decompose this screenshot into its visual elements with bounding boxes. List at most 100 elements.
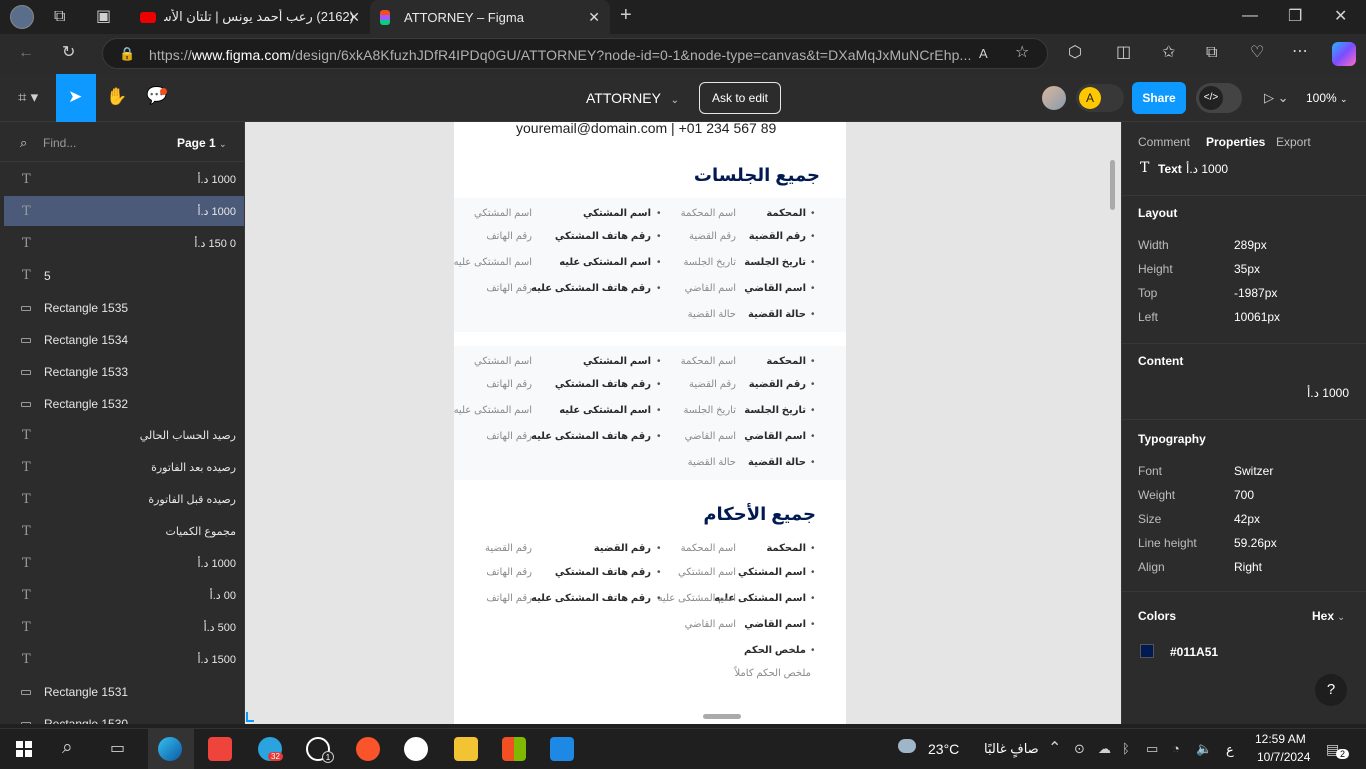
show-hidden-icons[interactable]: ⌃ <box>1048 741 1061 757</box>
bullet-icon: • <box>657 283 661 294</box>
more-menu-icon[interactable]: ⋯ <box>1292 44 1308 60</box>
minimize-icon[interactable]: — <box>1242 8 1258 24</box>
property-value[interactable]: Right <box>1234 560 1262 574</box>
property-value[interactable]: 700 <box>1234 488 1254 502</box>
move-tool-button[interactable]: ➤ <box>56 74 96 122</box>
layer-item[interactable]: Rectangle 1534 <box>4 324 244 354</box>
layer-item[interactable]: T 1000 د.أ <box>4 196 244 226</box>
favorite-star-icon[interactable]: ☆ <box>1015 45 1029 61</box>
canvas-scrollbar-horizontal[interactable] <box>703 714 741 719</box>
layer-item[interactable]: T 1000 د.أ <box>4 548 244 578</box>
new-tab-button[interactable]: + <box>620 5 632 25</box>
present-play-icon[interactable]: ▷ ⌄ <box>1264 90 1289 106</box>
layer-item[interactable]: T رصيده قبل الفاتورة <box>4 484 244 514</box>
layer-item[interactable]: Rectangle 1532 <box>4 388 244 418</box>
property-value[interactable]: -1987px <box>1234 286 1277 300</box>
attorney-frame[interactable]: youremail@domain.com | +01 234 567 89 جم… <box>454 122 846 724</box>
language-indicator[interactable]: ع <box>1226 742 1234 758</box>
layers-search[interactable]: ⌕ Find... Page 1 ⌄ <box>0 122 244 162</box>
layer-item[interactable]: T5 <box>4 260 244 290</box>
property-value[interactable]: 59.26px <box>1234 536 1277 550</box>
property-value[interactable]: 10061px <box>1234 310 1280 324</box>
canvas-scrollbar-vertical[interactable] <box>1110 160 1115 210</box>
restore-icon[interactable]: ❐ <box>1288 9 1302 25</box>
task-view-icon[interactable]: ▭ <box>110 741 125 757</box>
microsoft-store-icon[interactable] <box>502 737 526 761</box>
camera-icon[interactable]: ⊙ <box>1074 741 1085 757</box>
tab-youtube[interactable]: (2162) رعب أحمد يونس | تلتان الأسو ✕ <box>130 0 370 34</box>
mail-icon[interactable] <box>550 737 574 761</box>
close-window-icon[interactable]: ✕ <box>1334 9 1347 25</box>
wifi-icon[interactable]: ◔ <box>1172 741 1180 757</box>
copilot-icon[interactable] <box>1332 42 1356 66</box>
search-input[interactable]: Find... <box>43 136 76 150</box>
user-avatar[interactable]: A <box>1076 84 1124 112</box>
anydesk-icon[interactable] <box>208 737 232 761</box>
search-icon[interactable]: ⌕ <box>62 738 73 757</box>
content-value: 1000 د.أ <box>1306 386 1349 400</box>
color-swatch[interactable] <box>1140 644 1154 658</box>
refresh-icon[interactable]: ↻ <box>62 45 75 61</box>
cloud-icon[interactable]: ☁ <box>1098 741 1111 757</box>
layer-item[interactable]: Rectangle 1530 <box>4 708 244 724</box>
tab-export[interactable]: Export <box>1276 135 1311 149</box>
help-button[interactable]: ? <box>1315 674 1347 706</box>
tab-figma[interactable]: ATTORNEY – Figma ✕ <box>370 0 610 34</box>
layer-item[interactable]: T 1500 د.أ <box>4 644 244 674</box>
workspaces-icon[interactable]: ⧉ <box>54 9 65 25</box>
file-name[interactable]: ATTORNEY ⌄ <box>586 90 679 106</box>
property-value[interactable]: Switzer <box>1234 464 1273 478</box>
app-installer-icon[interactable] <box>404 737 428 761</box>
url-bar[interactable]: 🔒 https://www.figma.com/design/6xkA8Kfuz… <box>102 38 1048 69</box>
layer-item[interactable]: T 1000 د.أ <box>4 164 244 194</box>
read-aloud-icon[interactable]: A <box>979 46 988 62</box>
back-icon[interactable]: ← <box>18 45 34 61</box>
property-value[interactable]: 35px <box>1234 262 1260 276</box>
property-value[interactable]: 289px <box>1234 238 1267 252</box>
layer-item[interactable]: T 0 150 د.أ <box>4 228 244 258</box>
layer-item[interactable]: T 00 د.أ <box>4 580 244 610</box>
zoom-level[interactable]: 100% ⌄ <box>1306 91 1348 105</box>
layer-item[interactable]: T رصيده بعد الفاتورة <box>4 452 244 482</box>
dev-mode-toggle[interactable]: </> <box>1196 83 1242 113</box>
clock-time[interactable]: 12:59 AM <box>1255 732 1306 746</box>
file-explorer-icon[interactable] <box>454 737 478 761</box>
page-selector[interactable]: Page 1 ⌄ <box>177 136 227 150</box>
hand-tool-icon[interactable]: ✋ <box>106 88 127 105</box>
collections-icon[interactable]: ⧉ <box>1206 45 1217 61</box>
ask-to-edit-button[interactable]: Ask to edit <box>699 82 781 114</box>
layer-item[interactable]: T 500 د.أ <box>4 612 244 642</box>
share-button[interactable]: Share <box>1132 82 1186 114</box>
bluetooth-icon[interactable]: ᛒ <box>1122 741 1130 757</box>
layer-item[interactable]: Rectangle 1531 <box>4 676 244 706</box>
tab-actions-icon[interactable]: ▣ <box>96 9 111 25</box>
close-tab-icon[interactable]: ✕ <box>588 9 600 26</box>
extensions-icon[interactable]: ⬡ <box>1068 45 1082 61</box>
profile-avatar[interactable] <box>10 5 34 29</box>
layer-item[interactable]: Rectangle 1535 <box>4 292 244 322</box>
volume-icon[interactable]: 🔈 <box>1196 741 1212 757</box>
user-avatar-photo[interactable] <box>1042 86 1066 110</box>
rulings-heading: جميع الأحكام <box>703 504 816 524</box>
layer-item[interactable]: T مجموع الكميات <box>4 516 244 546</box>
layer-item[interactable]: T رصيد الحساب الحالي <box>4 420 244 450</box>
tab-comment[interactable]: Comment <box>1138 135 1190 149</box>
layer-item[interactable]: Rectangle 1533 <box>4 356 244 386</box>
split-screen-icon[interactable]: ◫ <box>1116 45 1131 61</box>
color-format-select[interactable]: Hex ⌄ <box>1312 609 1345 623</box>
brave-icon[interactable] <box>356 737 380 761</box>
property-value[interactable]: 42px <box>1234 512 1260 526</box>
favorites-icon[interactable]: ✩ <box>1162 45 1175 61</box>
color-hex[interactable]: #011A51 <box>1170 645 1218 659</box>
close-tab-icon[interactable]: ✕ <box>348 9 360 26</box>
tab-properties[interactable]: Properties <box>1206 135 1265 149</box>
figma-main-menu-icon[interactable]: ⌗ ▾ <box>18 90 38 106</box>
bullet-icon: • <box>657 593 661 604</box>
canvas[interactable]: youremail@domain.com | +01 234 567 89 جم… <box>245 122 1121 724</box>
windows-start-icon[interactable] <box>16 741 32 757</box>
browser-essentials-icon[interactable]: ♡ <box>1250 45 1264 61</box>
battery-icon[interactable]: ▭ <box>1146 741 1158 757</box>
weather-widget[interactable]: 23°C صافٍ غالبًا <box>898 739 1039 759</box>
text-layer-icon: T <box>22 172 31 187</box>
clock-date[interactable]: 10/7/2024 <box>1257 750 1310 764</box>
